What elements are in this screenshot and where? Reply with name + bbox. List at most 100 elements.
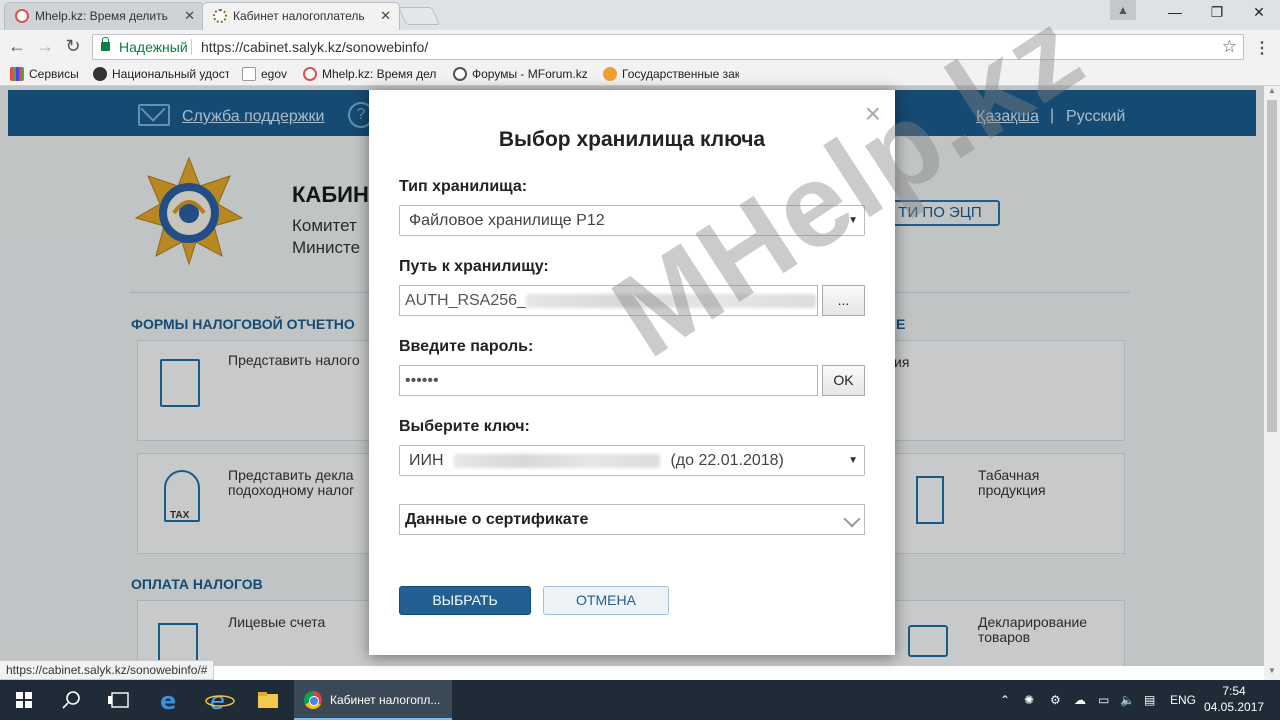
key-storage-dialog: × Выбор хранилища ключа Тип хранилища: Ф… [369,90,895,655]
status-bar-url: https://cabinet.salyk.kz/sonowebinfo/# [0,660,215,680]
bookmark-label: Mhelp.kz: Время дел [322,67,437,81]
dropdown-arrow-icon: ▼ [848,215,858,226]
chrome-icon [304,691,322,709]
redacted-path [525,293,816,308]
bookmark-star-icon[interactable]: ☆ [1222,35,1237,59]
tab-title: Кабинет налогоплатель [233,9,365,23]
cancel-button[interactable]: ОТМЕНА [543,586,669,615]
network-icon[interactable]: ▭ [1098,680,1109,720]
bookmark-label: Сервисы [29,67,79,81]
page-scrollbar[interactable]: ▲ ▼ [1264,86,1280,680]
bookmark-mhelp[interactable]: Mhelp.kz: Время дел [303,67,439,81]
dialog-title: Выбор хранилища ключа [498,128,766,151]
storage-type-label: Тип хранилища: [399,178,528,195]
tab-strip: Mhelp.kz: Время делить ✕ Кабинет налогоп… [0,0,1280,30]
volume-icon[interactable]: 🔈 [1120,680,1135,720]
close-icon[interactable]: × [865,100,881,128]
taskbar-chrome-app[interactable]: Кабинет налогопл... [294,680,452,720]
egov-icon [242,67,256,81]
scroll-thumb[interactable] [1267,100,1277,432]
mhelp-icon [303,67,317,81]
close-window-icon[interactable]: ✕ [1238,0,1280,26]
chevron-down-icon [843,510,861,528]
clock-time: 7:54 [1222,684,1246,698]
storage-type-select[interactable]: Файловое хранилище P12 ▼ [399,205,865,236]
certificate-details-label: Данные о сертификате [405,511,589,528]
input-language[interactable]: ENG [1170,680,1196,720]
user-profile-icon[interactable]: ▲ [1110,0,1136,20]
svg-text:e: e [160,687,176,715]
scroll-up-icon[interactable]: ▲ [1264,86,1280,100]
tray-settings-icon[interactable]: ⚙ [1050,680,1061,720]
url-separator [191,39,192,55]
onedrive-icon[interactable]: ☁ [1074,680,1086,720]
lock-icon [101,37,110,51]
edge-icon[interactable]: e [144,680,192,720]
storage-path-label: Путь к хранилищу: [399,258,549,275]
globe-icon [93,67,107,81]
storage-path-input[interactable]: AUTH_RSA256_ [399,285,818,316]
bookmark-egov[interactable]: egov [242,67,287,81]
certificate-details-expander[interactable]: Данные о сертификате [399,504,865,535]
close-tab-icon[interactable]: ✕ [380,3,391,29]
bookmark-mforum[interactable]: Форумы - MForum.kz [453,67,589,81]
file-explorer-icon[interactable] [244,680,292,720]
tab-mhelp[interactable]: Mhelp.kz: Время делить ✕ [4,2,204,30]
task-view-icon[interactable] [96,680,144,720]
key-prefix: ИИН [409,452,444,469]
dropdown-arrow-icon: ▼ [848,455,858,466]
bookmark-label: Государственные зак [622,67,739,81]
password-label: Введите пароль: [399,338,534,355]
windows-logo-icon [16,692,32,708]
bookmark-label: Национальный удост [112,67,229,81]
tab-cabinet[interactable]: Кабинет налогоплатель ✕ [202,2,400,30]
close-tab-icon[interactable]: ✕ [184,3,195,29]
taskbar: e e Кабинет налогопл... ⌃ ✺ ⚙ ☁ ▭ 🔈 ▤ EN… [0,680,1280,720]
tray-overflow-icon[interactable]: ⌃ [1000,680,1010,720]
clock[interactable]: 7:54 04.05.2017 [1204,683,1264,715]
address-bar[interactable]: Надежный https://cabinet.salyk.kz/sonowe… [92,34,1244,60]
forward-arrow-icon[interactable]: → [34,36,56,58]
bookmark-gov-procurement[interactable]: Государственные зак [603,67,739,81]
scroll-down-icon[interactable]: ▼ [1264,666,1280,680]
start-button[interactable] [0,680,48,720]
tray-app-icon[interactable]: ✺ [1024,680,1034,720]
mhelp-favicon-icon [15,9,29,23]
bookmark-national-cert[interactable]: Национальный удост [93,67,229,81]
internet-explorer-icon[interactable]: e [196,680,244,720]
new-tab-button[interactable] [397,7,441,25]
ok-button[interactable]: OK [822,365,865,396]
reload-icon[interactable]: ↻ [62,36,84,58]
bookmark-services[interactable]: Сервисы [10,67,79,81]
secure-label: Надежный [119,39,188,55]
password-input[interactable]: •••••• [399,365,818,396]
key-select[interactable]: ИИН (до 22.01.2018) ▼ [399,445,865,476]
restore-icon[interactable]: ❐ [1196,0,1238,26]
notification-message-icon[interactable]: ▤ [1144,680,1155,720]
taskbar-app-label: Кабинет налогопл... [330,693,441,707]
storage-path-value: AUTH_RSA256_ [405,292,526,309]
gov-icon [603,67,617,81]
salyk-favicon-icon [213,9,227,23]
minimize-icon[interactable]: — [1154,0,1196,26]
key-expiry: (до 22.01.2018) [670,452,784,469]
bookmark-label: egov [261,67,288,81]
redacted-iin [454,453,661,468]
key-label: Выберите ключ: [399,418,530,435]
svg-text:e: e [210,687,225,715]
clock-date: 04.05.2017 [1204,700,1265,714]
password-value: •••••• [405,372,439,389]
browser-menu-icon[interactable]: ⋮ [1254,38,1270,58]
bookmarks-bar: Сервисы Национальный удост egov Mhelp.kz… [0,64,1280,86]
url-text: https://cabinet.salyk.kz/sonowebinfo/ [201,39,429,55]
storage-type-value: Файловое хранилище P12 [409,212,605,229]
bookmark-label: Форумы - MForum.kz [472,67,588,81]
browse-button[interactable]: ... [822,285,865,316]
select-button[interactable]: ВЫБРАТЬ [399,586,531,615]
apps-grid-icon [10,67,24,81]
window-controls: — ❐ ✕ [1154,0,1280,28]
search-icon[interactable] [48,680,96,720]
browser-toolbar: ← → ↻ Надежный https://cabinet.salyk.kz/… [0,30,1280,64]
tab-title: Mhelp.kz: Время делить [35,9,168,23]
back-arrow-icon[interactable]: ← [6,36,28,58]
